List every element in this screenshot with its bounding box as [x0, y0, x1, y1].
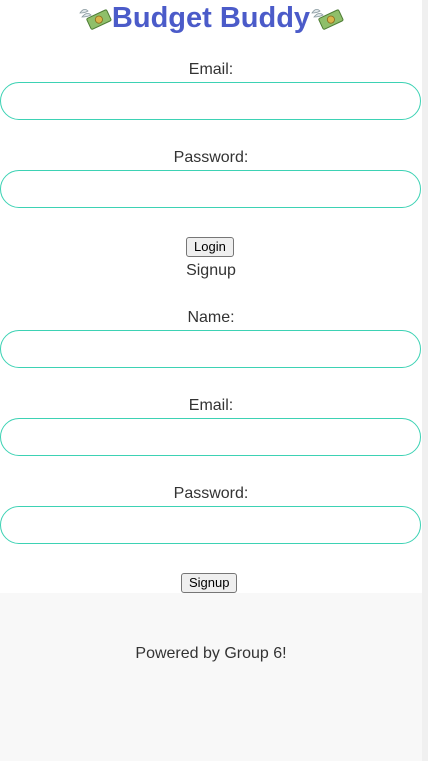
login-button[interactable]: Login [186, 237, 234, 257]
login-password-input[interactable] [0, 170, 421, 208]
login-email-label: Email: [188, 61, 234, 78]
app-title-text: Budget Buddy [111, 1, 311, 34]
login-email-input[interactable] [0, 82, 421, 120]
signup-heading: Signup [186, 262, 236, 279]
page: Budget Buddy Email: Password: Login Sign… [0, 0, 422, 767]
signup-password-input[interactable] [0, 506, 421, 544]
signup-password-label: Password: [173, 485, 249, 502]
footer-text: Powered by Group 6! [135, 645, 287, 662]
signup-button[interactable]: Signup [181, 573, 238, 593]
login-password-label: Password: [173, 149, 249, 166]
footer: Powered by Group 6! [0, 593, 422, 767]
bottom-edge [0, 761, 428, 767]
signup-email-label: Email: [188, 397, 234, 414]
signup-name-label: Name: [187, 309, 235, 326]
signup-name-input[interactable] [0, 330, 421, 368]
app-title: Budget Buddy [0, 0, 422, 36]
scrollbar[interactable] [422, 0, 428, 767]
signup-email-input[interactable] [0, 418, 421, 456]
money-with-wings-icon [78, 3, 112, 33]
money-with-wings-icon [310, 3, 344, 33]
